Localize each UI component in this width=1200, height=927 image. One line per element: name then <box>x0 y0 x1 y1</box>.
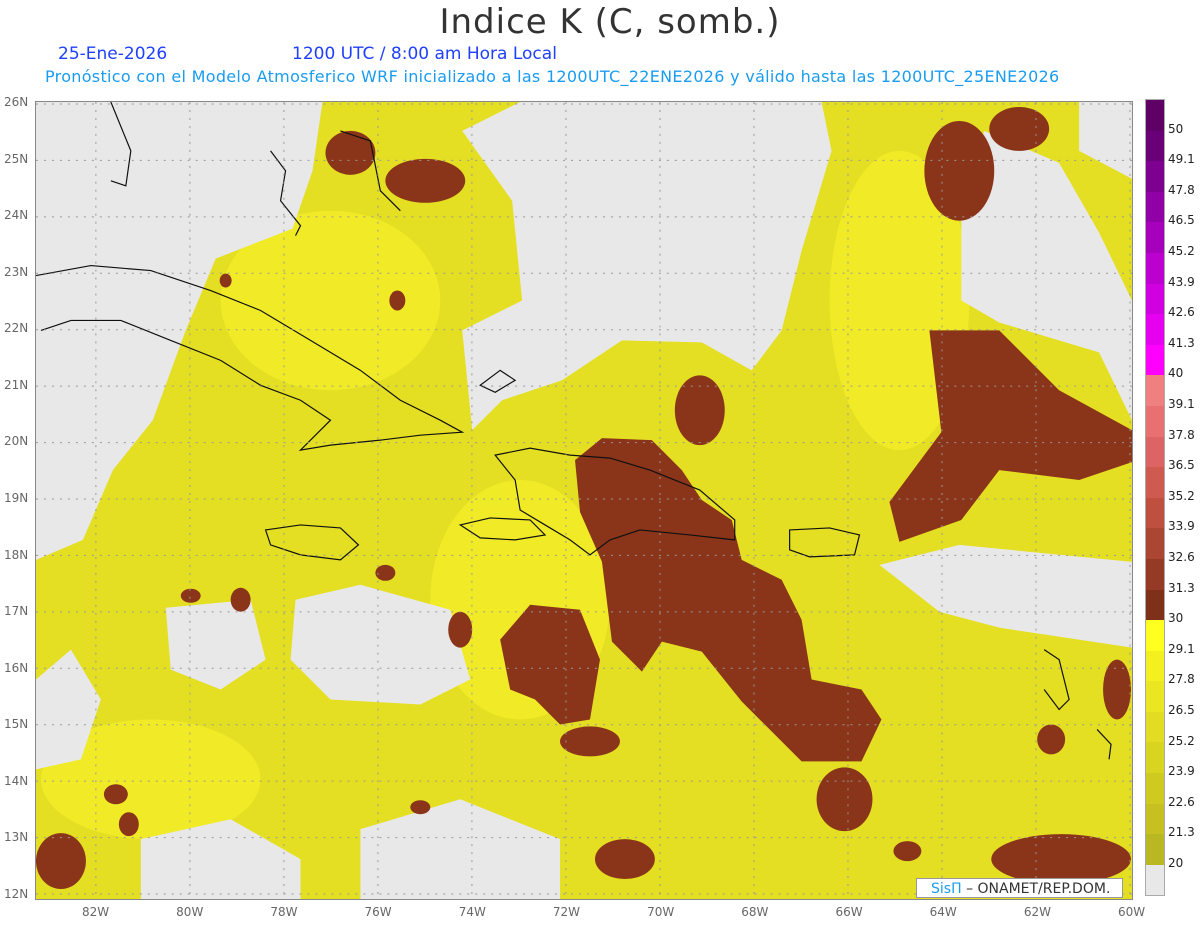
colorbar-segment <box>1146 742 1164 774</box>
colorbar-segment <box>1146 161 1164 192</box>
colorbar-segment <box>1146 528 1164 559</box>
latitude-label: 20N <box>4 434 29 449</box>
weather-map-figure: Indice K (C, somb.) 25-Ene-2026 1200 UTC… <box>0 0 1200 927</box>
longitude-label: 66W <box>835 905 863 919</box>
credit-brand: SisΠ <box>931 881 962 897</box>
colorbar-label: 25.2 <box>1168 733 1195 748</box>
colorbar-segment <box>1146 405 1164 437</box>
longitude-label: 72W <box>552 905 581 919</box>
colorbar-segment <box>1146 130 1164 162</box>
latitude-label: 24N <box>4 208 29 223</box>
colorbar-segment <box>1146 711 1164 743</box>
longitude-label: 70W <box>647 905 675 919</box>
colorbar-segment <box>1146 375 1164 406</box>
colorbar-label: 20 <box>1168 856 1184 870</box>
colorbar-label: 43.9 <box>1168 274 1195 289</box>
latitude-label: 17N <box>4 604 29 619</box>
credit-text: – ONAMET/REP.DOM. <box>966 881 1111 897</box>
forecast-date: 25-Ene-2026 <box>58 44 168 64</box>
latitude-label: 18N <box>4 547 29 562</box>
colorbar-segment <box>1146 467 1164 498</box>
latitude-label: 12N <box>4 887 29 901</box>
longitude-label: 62W <box>1023 905 1051 919</box>
colorbar-label: 30 <box>1168 611 1184 626</box>
latitude-label: 25N <box>4 151 29 166</box>
colorbar-label: 33.9 <box>1168 519 1195 534</box>
colorbar-label: 36.5 <box>1168 458 1195 473</box>
colorbar-segment <box>1146 222 1164 253</box>
colorbar-label: 42.6 <box>1168 305 1195 320</box>
forecast-time: 1200 UTC / 8:00 am Hora Local <box>292 44 557 64</box>
colorbar-label: 23.9 <box>1168 764 1195 779</box>
latitude-label: 26N <box>4 95 29 109</box>
colorbar-label: 50 <box>1168 121 1184 136</box>
colorbar-label: 47.8 <box>1168 182 1195 197</box>
latitude-label: 22N <box>4 321 29 336</box>
colorbar-label: 37.8 <box>1168 427 1195 442</box>
longitude-label: 68W <box>741 905 769 919</box>
latitude-label: 15N <box>4 717 29 732</box>
colorbar-segment <box>1146 497 1164 529</box>
colorbar-segment <box>1146 589 1164 621</box>
colorbar-label: 39.1 <box>1168 397 1195 411</box>
longitude-label: 80W <box>176 905 204 919</box>
colorbar-label: 31.3 <box>1168 580 1195 595</box>
colorbar-label: 32.6 <box>1168 550 1195 564</box>
colorbar-label: 35.2 <box>1168 488 1195 503</box>
longitude-label: 74W <box>458 905 486 919</box>
longitude-label: 60W <box>1118 905 1146 919</box>
colorbar-segment <box>1146 650 1164 682</box>
longitude-label: 76W <box>364 905 392 919</box>
colorbar-label: 45.2 <box>1168 244 1195 258</box>
credit-box: SisΠ – ONAMET/REP.DOM. <box>916 878 1123 898</box>
colorbar-label: 40 <box>1168 366 1184 381</box>
colorbar-segment <box>1146 834 1164 865</box>
longitude-label: 64W <box>929 905 957 919</box>
longitude-label: 78W <box>270 905 298 919</box>
colorbar-label: 27.8 <box>1168 672 1195 687</box>
colorbar-segment <box>1146 681 1164 712</box>
latitude-label: 21N <box>4 377 29 392</box>
model-subtitle: Pronóstico con el Modelo Atmosferico WRF… <box>45 67 1060 86</box>
colorbar-label: 49.1 <box>1168 152 1195 167</box>
colorbar-label: 22.6 <box>1168 794 1195 809</box>
colorbar-segment <box>1146 344 1164 376</box>
colorbar-segment <box>1146 436 1164 468</box>
colorbar-segment <box>1146 620 1164 651</box>
latitude-label: 23N <box>4 264 29 279</box>
colorbar-segment <box>1146 558 1164 590</box>
map-title: Indice K (C, somb.) <box>439 2 781 42</box>
colorbar-segment <box>1146 283 1164 315</box>
latitude-label: 13N <box>4 830 29 845</box>
k-index-map <box>35 101 1133 900</box>
colorbar-label: 21.3 <box>1168 825 1195 840</box>
colorbar-label: 26.5 <box>1168 703 1195 717</box>
colorbar-label: 29.1 <box>1168 641 1195 656</box>
colorbar-segment <box>1146 864 1164 896</box>
colorbar-segment <box>1146 773 1164 804</box>
latitude-label: 14N <box>4 773 29 788</box>
colorbar-segment <box>1146 314 1164 345</box>
colorbar-label: 41.3 <box>1168 335 1195 350</box>
longitude-label: 82W <box>82 905 110 919</box>
colorbar-segment <box>1146 191 1164 223</box>
colorbar-segment <box>1146 100 1164 131</box>
latitude-label: 19N <box>4 491 29 505</box>
colorbar-segment <box>1146 803 1164 835</box>
colorbar-label: 46.5 <box>1168 213 1195 228</box>
colorbar <box>1145 99 1165 897</box>
colorbar-segment <box>1146 252 1164 284</box>
latitude-label: 16N <box>4 660 29 675</box>
